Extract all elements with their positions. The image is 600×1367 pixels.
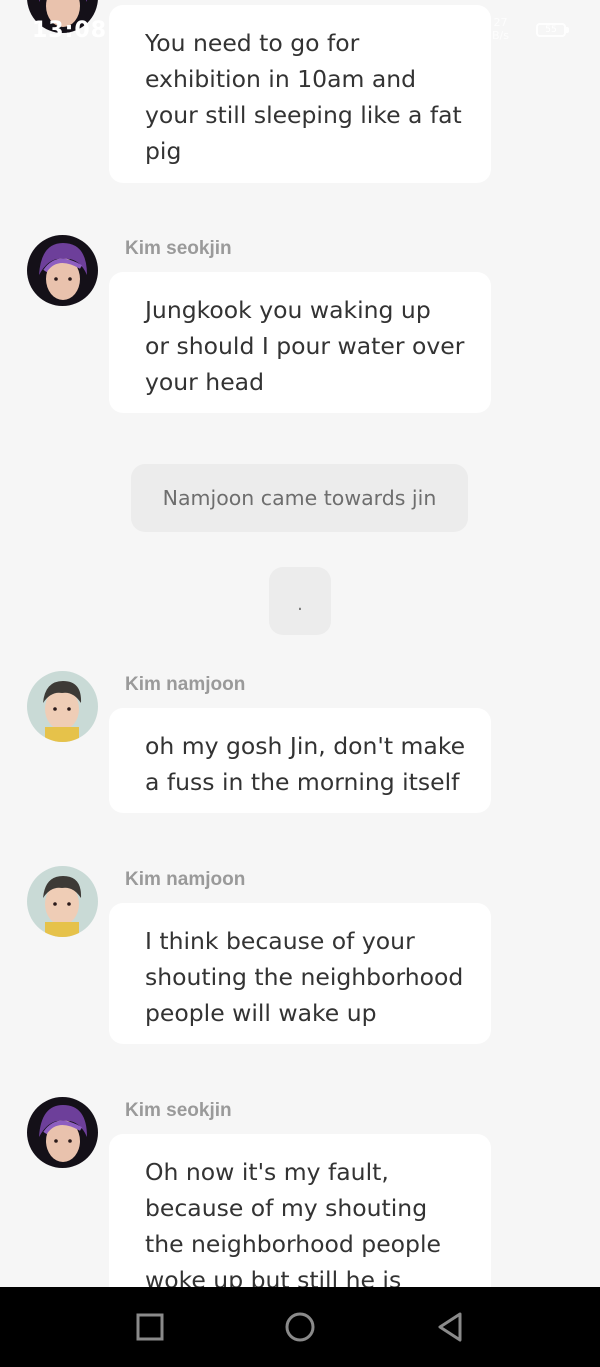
pause-bubble: . bbox=[269, 567, 331, 635]
square-icon bbox=[136, 1313, 164, 1341]
message-text: a fuss in the morning itself bbox=[145, 768, 460, 796]
recent-apps-button[interactable] bbox=[134, 1311, 166, 1343]
message-text: pig bbox=[145, 137, 182, 165]
avatar-namjoon[interactable] bbox=[27, 671, 98, 742]
message-text: your still sleeping like a fat bbox=[145, 101, 462, 129]
narration-bubble: Namjoon came towards jin bbox=[131, 464, 468, 532]
avatar-jin[interactable] bbox=[27, 235, 98, 306]
message-text: because of my shouting bbox=[145, 1194, 428, 1222]
circle-icon bbox=[285, 1312, 315, 1342]
message-text: shouting the neighborhood bbox=[145, 963, 464, 991]
message-text: exhibition in 10am and bbox=[145, 65, 417, 93]
message-text: your head bbox=[145, 368, 264, 396]
avatar-jin-image bbox=[27, 1097, 98, 1168]
home-button[interactable] bbox=[284, 1311, 316, 1343]
message-text: the neighborhood people bbox=[145, 1230, 441, 1258]
avatar-jin-image bbox=[27, 235, 98, 306]
sender-name: Kim namjoon bbox=[125, 869, 246, 890]
avatar-namjoon-image bbox=[27, 866, 98, 937]
navigation-bar bbox=[0, 1287, 600, 1367]
avatar-jin[interactable] bbox=[27, 1097, 98, 1168]
triangle-back-icon bbox=[438, 1312, 462, 1342]
message-text: oh my gosh Jin, don't make bbox=[145, 732, 466, 760]
network-speed-unit: B/s bbox=[492, 29, 509, 42]
message-text: or should I pour water over bbox=[145, 332, 465, 360]
message-text: Jungkook you waking up bbox=[145, 296, 431, 324]
status-time: 13:08 bbox=[32, 18, 108, 43]
message-text: woke up but still he is bbox=[145, 1266, 402, 1287]
message-text: Oh now it's my fault, bbox=[145, 1158, 389, 1186]
battery-icon: 55 bbox=[536, 23, 569, 37]
status-bar: 13:08 27 B/s 55 bbox=[0, 0, 600, 60]
message-bubble: Jungkook you waking up or should I pour … bbox=[109, 272, 491, 413]
network-speed: 27 B/s bbox=[492, 16, 509, 42]
message-text: people will wake up bbox=[145, 999, 377, 1027]
network-speed-value: 27 bbox=[493, 16, 508, 29]
message-text: I think because of your bbox=[145, 927, 415, 955]
avatar-namjoon[interactable] bbox=[27, 866, 98, 937]
chat-viewport[interactable]: You need to go for exhibition in 10am an… bbox=[0, 0, 600, 1287]
sender-name: Kim seokjin bbox=[125, 1100, 232, 1121]
sender-name: Kim seokjin bbox=[125, 238, 232, 259]
message-bubble: oh my gosh Jin, don't make a fuss in the… bbox=[109, 708, 491, 813]
sender-name: Kim namjoon bbox=[125, 674, 246, 695]
battery-level: 55 bbox=[545, 25, 557, 35]
avatar-namjoon-image bbox=[27, 671, 98, 742]
back-button[interactable] bbox=[434, 1311, 466, 1343]
message-bubble: Oh now it's my fault, because of my shou… bbox=[109, 1134, 491, 1287]
message-bubble: I think because of your shouting the nei… bbox=[109, 903, 491, 1044]
